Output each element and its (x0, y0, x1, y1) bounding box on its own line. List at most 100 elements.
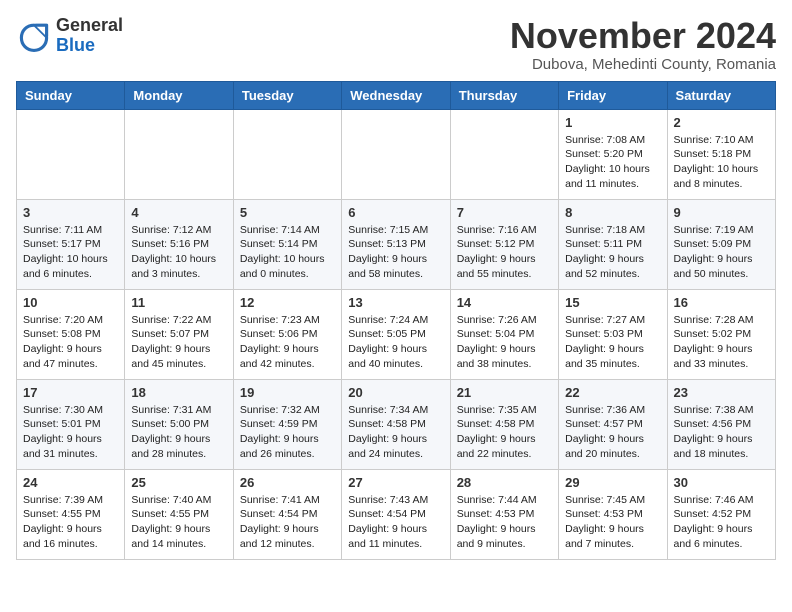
calendar-week-row: 3 Sunrise: 7:11 AM Sunset: 5:17 PM Daylig… (17, 199, 776, 289)
calendar-table: SundayMondayTuesdayWednesdayThursdayFrid… (16, 81, 776, 560)
day-number: 27 (348, 475, 443, 490)
calendar-day-7: 7 Sunrise: 7:16 AM Sunset: 5:12 PM Daylig… (450, 199, 558, 289)
calendar-day-11: 11 Sunrise: 7:22 AM Sunset: 5:07 PM Dayli… (125, 289, 233, 379)
day-info: Sunrise: 7:46 AM Sunset: 4:52 PM Dayligh… (674, 493, 769, 552)
day-info: Sunrise: 7:45 AM Sunset: 4:53 PM Dayligh… (565, 493, 660, 552)
calendar-week-row: 24 Sunrise: 7:39 AM Sunset: 4:55 PM Dayli… (17, 469, 776, 559)
day-info: Sunrise: 7:10 AM Sunset: 5:18 PM Dayligh… (674, 133, 769, 192)
empty-day-cell (450, 109, 558, 199)
day-info: Sunrise: 7:08 AM Sunset: 5:20 PM Dayligh… (565, 133, 660, 192)
logo-icon (16, 18, 52, 54)
logo: General Blue (16, 16, 123, 56)
day-info: Sunrise: 7:38 AM Sunset: 4:56 PM Dayligh… (674, 403, 769, 462)
calendar-day-14: 14 Sunrise: 7:26 AM Sunset: 5:04 PM Dayli… (450, 289, 558, 379)
day-number: 26 (240, 475, 335, 490)
weekday-header-thursday: Thursday (450, 81, 558, 109)
day-info: Sunrise: 7:16 AM Sunset: 5:12 PM Dayligh… (457, 223, 552, 282)
calendar-day-4: 4 Sunrise: 7:12 AM Sunset: 5:16 PM Daylig… (125, 199, 233, 289)
day-number: 14 (457, 295, 552, 310)
day-number: 12 (240, 295, 335, 310)
calendar-day-17: 17 Sunrise: 7:30 AM Sunset: 5:01 PM Dayli… (17, 379, 125, 469)
logo-general-text: General (56, 15, 123, 35)
day-number: 30 (674, 475, 769, 490)
calendar-day-25: 25 Sunrise: 7:40 AM Sunset: 4:55 PM Dayli… (125, 469, 233, 559)
calendar-day-8: 8Sunrise: 7:18 AM Sunset: 5:11 PM Daylig… (559, 199, 667, 289)
calendar-day-3: 3 Sunrise: 7:11 AM Sunset: 5:17 PM Daylig… (17, 199, 125, 289)
day-number: 25 (131, 475, 226, 490)
day-info: Sunrise: 7:14 AM Sunset: 5:14 PM Dayligh… (240, 223, 335, 282)
calendar-day-2: 2 Sunrise: 7:10 AM Sunset: 5:18 PM Daylig… (667, 109, 775, 199)
calendar-body: 1 Sunrise: 7:08 AM Sunset: 5:20 PM Daylig… (17, 109, 776, 559)
day-info: Sunrise: 7:35 AM Sunset: 4:58 PM Dayligh… (457, 403, 552, 462)
calendar-day-12: 12 Sunrise: 7:23 AM Sunset: 5:06 PM Dayli… (233, 289, 341, 379)
day-info: Sunrise: 7:40 AM Sunset: 4:55 PM Dayligh… (131, 493, 226, 552)
calendar-day-5: 5 Sunrise: 7:14 AM Sunset: 5:14 PM Daylig… (233, 199, 341, 289)
day-info: Sunrise: 7:28 AM Sunset: 5:02 PM Dayligh… (674, 313, 769, 372)
calendar-week-row: 1 Sunrise: 7:08 AM Sunset: 5:20 PM Daylig… (17, 109, 776, 199)
calendar-day-20: 20 Sunrise: 7:34 AM Sunset: 4:58 PM Dayli… (342, 379, 450, 469)
day-info: Sunrise: 7:43 AM Sunset: 4:54 PM Dayligh… (348, 493, 443, 552)
calendar-day-16: 16 Sunrise: 7:28 AM Sunset: 5:02 PM Dayli… (667, 289, 775, 379)
day-number: 13 (348, 295, 443, 310)
day-info: Sunrise: 7:12 AM Sunset: 5:16 PM Dayligh… (131, 223, 226, 282)
calendar-day-18: 18Sunrise: 7:31 AM Sunset: 5:00 PM Dayli… (125, 379, 233, 469)
day-number: 3 (23, 205, 118, 220)
day-info: Sunrise: 7:23 AM Sunset: 5:06 PM Dayligh… (240, 313, 335, 372)
weekday-header-monday: Monday (125, 81, 233, 109)
calendar-day-30: 30 Sunrise: 7:46 AM Sunset: 4:52 PM Dayli… (667, 469, 775, 559)
day-info: Sunrise: 7:18 AM Sunset: 5:11 PM Dayligh… (565, 223, 660, 282)
title-area: November 2024 Dubova, Mehedinti County, … (510, 16, 776, 73)
empty-day-cell (125, 109, 233, 199)
empty-day-cell (17, 109, 125, 199)
calendar-day-29: 29 Sunrise: 7:45 AM Sunset: 4:53 PM Dayli… (559, 469, 667, 559)
day-info: Sunrise: 7:39 AM Sunset: 4:55 PM Dayligh… (23, 493, 118, 552)
calendar-header-row: SundayMondayTuesdayWednesdayThursdayFrid… (17, 81, 776, 109)
day-number: 4 (131, 205, 226, 220)
calendar-day-9: 9Sunrise: 7:19 AM Sunset: 5:09 PM Daylig… (667, 199, 775, 289)
calendar-day-22: 22Sunrise: 7:36 AM Sunset: 4:57 PM Dayli… (559, 379, 667, 469)
calendar-day-10: 10Sunrise: 7:20 AM Sunset: 5:08 PM Dayli… (17, 289, 125, 379)
day-number: 15 (565, 295, 660, 310)
day-info: Sunrise: 7:34 AM Sunset: 4:58 PM Dayligh… (348, 403, 443, 462)
location-text: Dubova, Mehedinti County, Romania (510, 56, 776, 73)
day-number: 5 (240, 205, 335, 220)
day-info: Sunrise: 7:26 AM Sunset: 5:04 PM Dayligh… (457, 313, 552, 372)
day-number: 6 (348, 205, 443, 220)
day-number: 17 (23, 385, 118, 400)
calendar-day-1: 1 Sunrise: 7:08 AM Sunset: 5:20 PM Daylig… (559, 109, 667, 199)
weekday-header-friday: Friday (559, 81, 667, 109)
calendar-day-19: 19Sunrise: 7:32 AM Sunset: 4:59 PM Dayli… (233, 379, 341, 469)
day-number: 2 (674, 115, 769, 130)
weekday-header-wednesday: Wednesday (342, 81, 450, 109)
day-number: 20 (348, 385, 443, 400)
calendar-day-23: 23 Sunrise: 7:38 AM Sunset: 4:56 PM Dayli… (667, 379, 775, 469)
month-title: November 2024 (510, 16, 776, 56)
day-number: 28 (457, 475, 552, 490)
day-info: Sunrise: 7:32 AM Sunset: 4:59 PM Dayligh… (240, 403, 335, 462)
calendar-day-6: 6Sunrise: 7:15 AM Sunset: 5:13 PM Daylig… (342, 199, 450, 289)
day-number: 1 (565, 115, 660, 130)
calendar-day-24: 24 Sunrise: 7:39 AM Sunset: 4:55 PM Dayli… (17, 469, 125, 559)
day-number: 11 (131, 295, 226, 310)
logo-blue-text: Blue (56, 35, 95, 55)
page-header: General Blue November 2024 Dubova, Mehed… (16, 16, 776, 73)
empty-day-cell (342, 109, 450, 199)
day-info: Sunrise: 7:22 AM Sunset: 5:07 PM Dayligh… (131, 313, 226, 372)
day-info: Sunrise: 7:30 AM Sunset: 5:01 PM Dayligh… (23, 403, 118, 462)
day-number: 22 (565, 385, 660, 400)
day-number: 7 (457, 205, 552, 220)
day-number: 24 (23, 475, 118, 490)
day-number: 16 (674, 295, 769, 310)
day-info: Sunrise: 7:44 AM Sunset: 4:53 PM Dayligh… (457, 493, 552, 552)
calendar-day-21: 21 Sunrise: 7:35 AM Sunset: 4:58 PM Dayli… (450, 379, 558, 469)
day-info: Sunrise: 7:11 AM Sunset: 5:17 PM Dayligh… (23, 223, 118, 282)
day-number: 23 (674, 385, 769, 400)
calendar-day-27: 27 Sunrise: 7:43 AM Sunset: 4:54 PM Dayli… (342, 469, 450, 559)
weekday-header-saturday: Saturday (667, 81, 775, 109)
day-info: Sunrise: 7:41 AM Sunset: 4:54 PM Dayligh… (240, 493, 335, 552)
day-number: 21 (457, 385, 552, 400)
weekday-header-sunday: Sunday (17, 81, 125, 109)
empty-day-cell (233, 109, 341, 199)
day-number: 29 (565, 475, 660, 490)
day-info: Sunrise: 7:19 AM Sunset: 5:09 PM Dayligh… (674, 223, 769, 282)
